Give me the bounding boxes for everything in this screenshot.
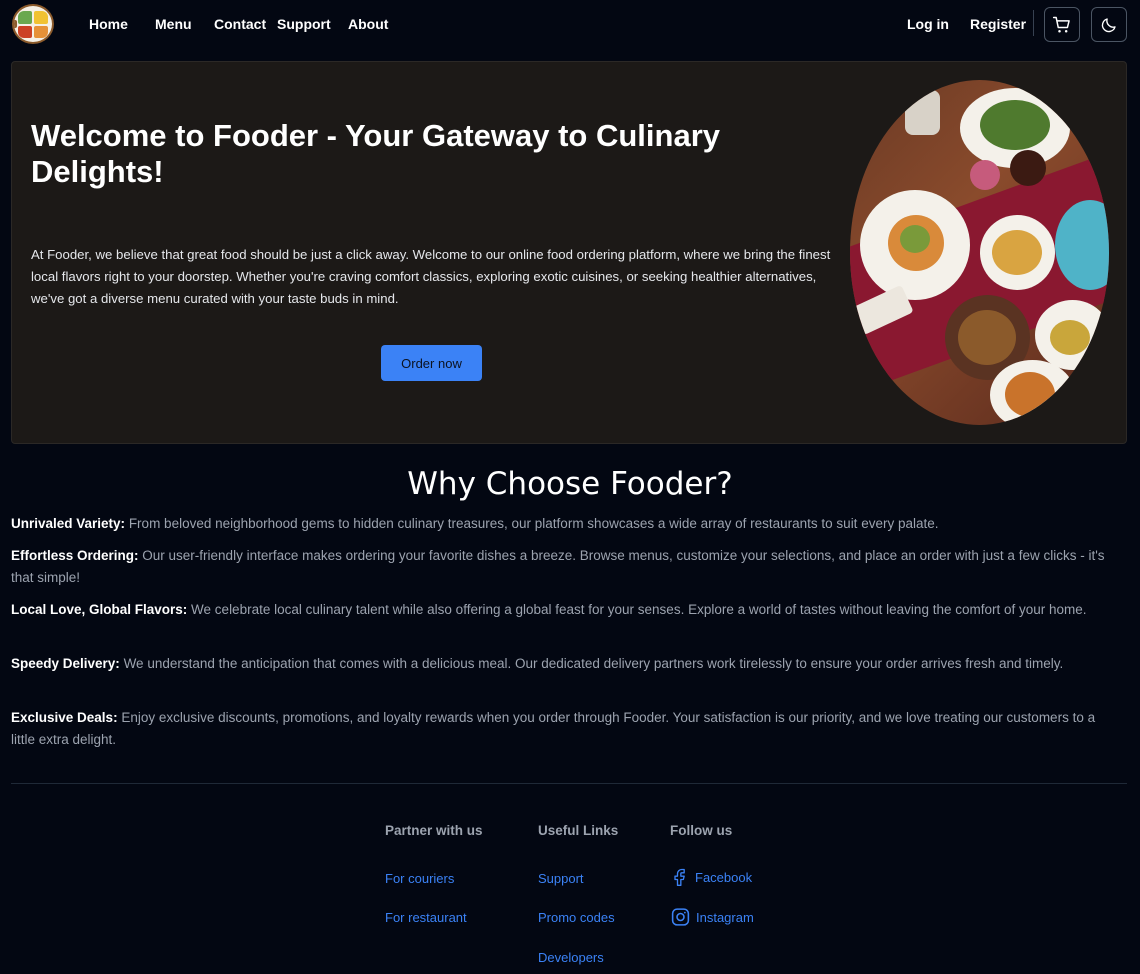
nav-link-about[interactable]: About: [348, 16, 388, 32]
why-item: Effortless Ordering: Our user-friendly i…: [11, 545, 1121, 589]
why-title: Why Choose Fooder?: [407, 466, 733, 502]
why-item: Unrivaled Variety: From beloved neighbor…: [11, 513, 1121, 535]
footer-divider: [11, 783, 1127, 784]
facebook-label: Facebook: [695, 869, 753, 885]
why-item: Exclusive Deals: Enjoy exclusive discoun…: [11, 707, 1121, 751]
nav-link-contact[interactable]: Contact: [214, 16, 266, 32]
footer-heading-useful: Useful Links: [538, 823, 619, 838]
hero-description: At Fooder, we believe that great food sh…: [31, 247, 831, 306]
hero-food-image: [850, 80, 1109, 425]
why-item-label: Effortless Ordering:: [11, 548, 139, 563]
login-link[interactable]: Log in: [907, 16, 949, 32]
why-item-label: Local Love, Global Flavors:: [11, 602, 188, 617]
footer-link-developers[interactable]: Developers: [538, 950, 604, 965]
footer-link-restaurant[interactable]: For restaurant: [385, 910, 467, 925]
why-item-text: From beloved neighborhood gems to hidden…: [125, 516, 939, 531]
footer-heading-partner: Partner with us: [385, 823, 483, 838]
instagram-label: Instagram: [696, 909, 754, 925]
why-item-label: Exclusive Deals:: [11, 710, 118, 725]
logo[interactable]: [12, 4, 54, 44]
footer-link-couriers[interactable]: For couriers: [385, 871, 454, 886]
order-now-button[interactable]: Order now: [381, 345, 482, 381]
why-item-text: We celebrate local culinary talent while…: [187, 602, 1087, 617]
nav-link-menu[interactable]: Menu: [155, 16, 192, 32]
why-item: Speedy Delivery: We understand the antic…: [11, 653, 1121, 675]
footer-link-promo-codes[interactable]: Promo codes: [538, 910, 615, 925]
why-item-text: We understand the anticipation that come…: [119, 656, 1064, 671]
register-link[interactable]: Register: [970, 16, 1026, 32]
nav-divider: [1033, 10, 1034, 36]
hero-section: Welcome to Fooder - Your Gateway to Culi…: [11, 61, 1127, 444]
why-item-label: Speedy Delivery:: [11, 656, 120, 671]
why-item-label: Unrivaled Variety:: [11, 516, 126, 531]
why-item: Local Love, Global Flavors: We celebrate…: [11, 599, 1121, 621]
navbar: Home Menu Contact Support About Log in R…: [0, 0, 1140, 48]
moon-icon: [1101, 17, 1116, 32]
nav-link-support[interactable]: Support: [277, 16, 331, 32]
footer-heading-follow: Follow us: [670, 823, 733, 838]
cart-button[interactable]: [1044, 7, 1080, 42]
why-item-text: Enjoy exclusive discounts, promotions, a…: [11, 710, 1096, 747]
hero-title: Welcome to Fooder - Your Gateway to Culi…: [31, 118, 721, 189]
nav-link-home[interactable]: Home: [89, 16, 128, 32]
footer-link-instagram[interactable]: Instagram: [670, 906, 754, 928]
cart-icon: [1052, 16, 1070, 32]
footer-link-support[interactable]: Support: [538, 871, 584, 886]
facebook-icon: [674, 868, 685, 886]
footer-link-facebook[interactable]: Facebook: [670, 866, 752, 888]
why-item-text: Our user-friendly interface makes orderi…: [11, 548, 1105, 585]
instagram-icon: [671, 908, 690, 926]
theme-toggle-button[interactable]: [1091, 7, 1127, 42]
